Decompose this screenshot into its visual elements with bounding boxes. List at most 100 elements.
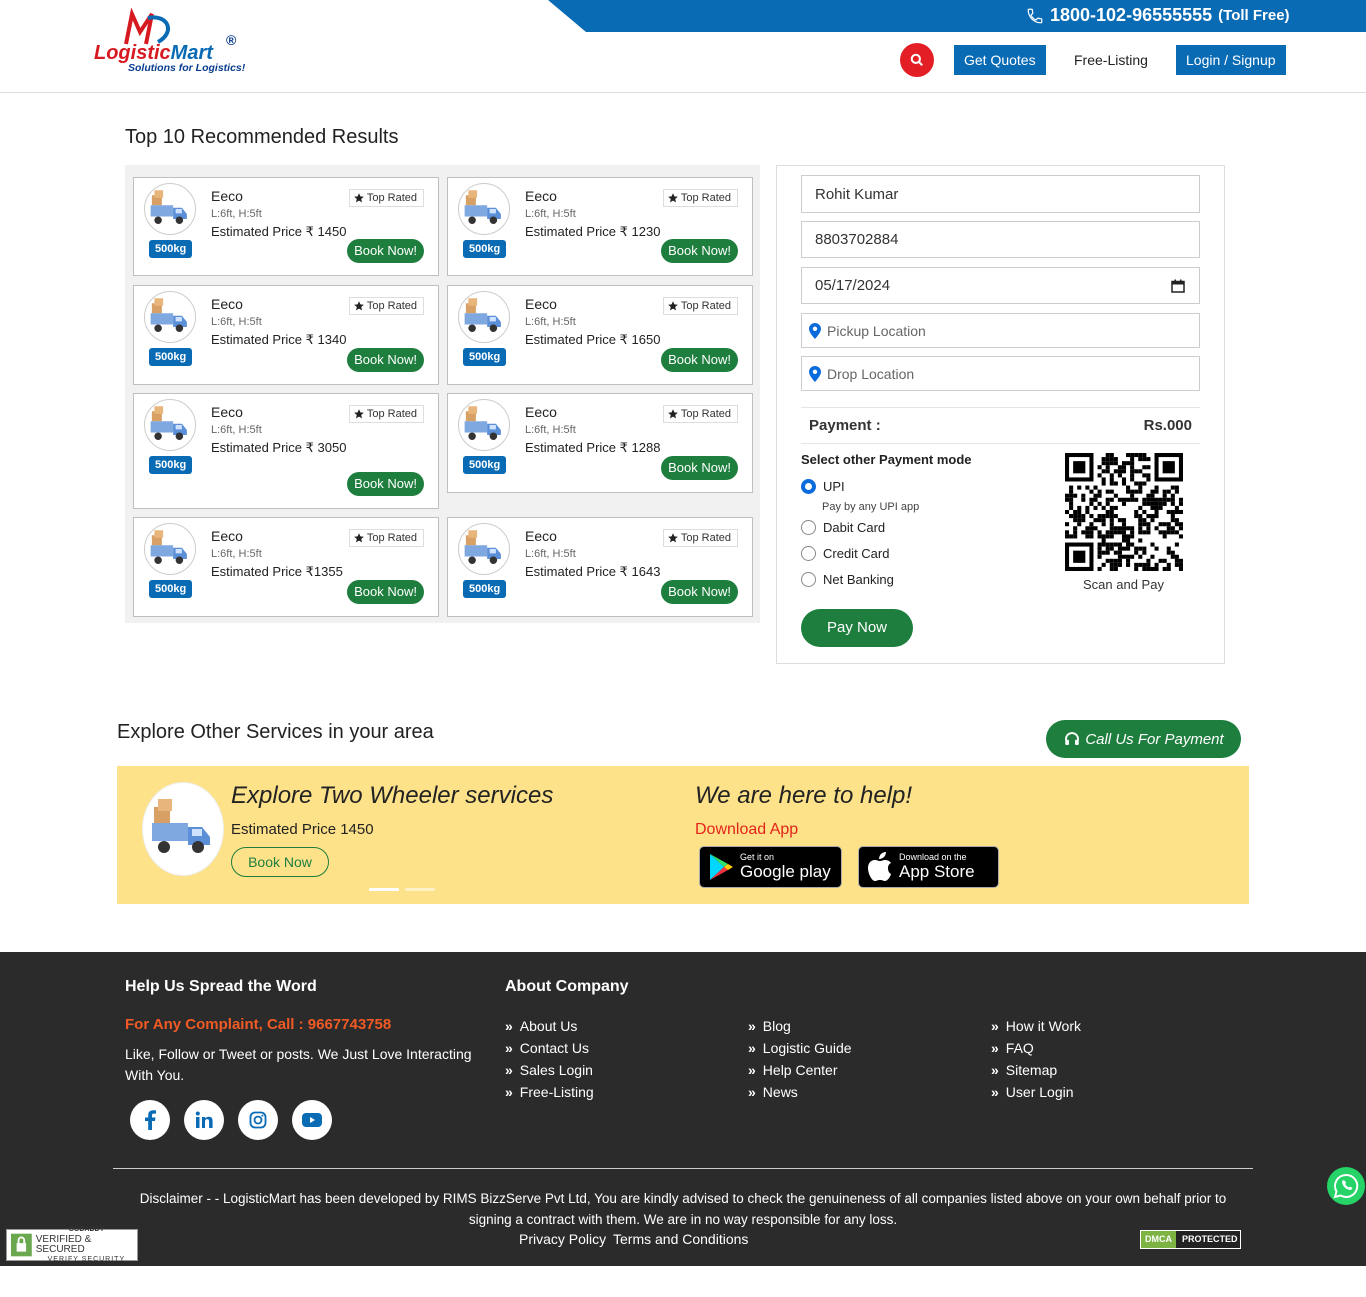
- footer-link-blog[interactable]: » Blog: [748, 1018, 791, 1034]
- footer-link-label: Free-Listing: [519, 1084, 594, 1100]
- vehicle-dimensions: L:6ft, H:5ft: [211, 424, 262, 436]
- radio-dot[interactable]: [801, 520, 816, 535]
- book-now-button[interactable]: Book Now!: [347, 348, 424, 372]
- location-pin-icon: [809, 365, 821, 382]
- linkedin-icon: [195, 1111, 213, 1128]
- book-now-button[interactable]: Book Now!: [661, 239, 738, 263]
- truck-image: [144, 291, 196, 343]
- result-card[interactable]: 500kg Eeco L:6ft, H:5ft Estimated Price ₹ 3…: [133, 393, 439, 509]
- footer-link-free-listing[interactable]: » Free-Listing: [505, 1084, 594, 1100]
- top-rated-label: Top Rated: [366, 192, 417, 204]
- logo-tagline: Solutions for Logistics!: [128, 62, 246, 74]
- radio-credit-card[interactable]: Credit Card: [801, 546, 889, 561]
- payment-amount: Rs.000: [1143, 417, 1192, 434]
- truck-image: [144, 183, 196, 235]
- phone-input[interactable]: 8803702884: [801, 221, 1200, 258]
- estimated-price: Estimated Price ₹ 1650: [525, 332, 661, 347]
- app-store-button[interactable]: Download on the App Store: [858, 846, 999, 888]
- truck-image: [144, 399, 196, 451]
- youtube-button[interactable]: [292, 1100, 332, 1140]
- disclaimer-text: Disclaimer - - LogisticMart has been dev…: [139, 1191, 1227, 1227]
- pickup-location-input[interactable]: Pickup Location: [801, 313, 1200, 348]
- top-rated-label: Top Rated: [680, 192, 731, 204]
- capacity-badge: 500kg: [463, 240, 507, 258]
- radio-debit-card[interactable]: Dabit Card: [801, 520, 885, 535]
- double-chevron-icon: »: [505, 1040, 513, 1056]
- instagram-button[interactable]: [238, 1100, 278, 1140]
- result-card[interactable]: 500kg Eeco L:6ft, H:5ft Estimated Price ₹13…: [133, 517, 439, 617]
- book-now-button[interactable]: Book Now!: [347, 580, 424, 604]
- godaddy-seal[interactable]: GODADDY VERIFIED & SECURED VERIFY SECURI…: [6, 1226, 138, 1263]
- radio-net-banking[interactable]: Net Banking: [801, 572, 894, 587]
- footer-link-sales-login[interactable]: » Sales Login: [505, 1062, 593, 1078]
- truck-image: [144, 523, 196, 575]
- double-chevron-icon: »: [991, 1084, 999, 1100]
- complaint-phone[interactable]: For Any Complaint, Call : 9667743758: [125, 1016, 391, 1033]
- footer-link-about-us[interactable]: » About Us: [505, 1018, 577, 1034]
- footer-link-help-center[interactable]: » Help Center: [748, 1062, 838, 1078]
- free-listing-link[interactable]: Free-Listing: [1064, 45, 1158, 75]
- banner-book-now-button[interactable]: Book Now: [231, 847, 329, 877]
- truck-image: [458, 183, 510, 235]
- capacity-badge: 500kg: [149, 348, 193, 366]
- carousel-dot-active[interactable]: [369, 888, 399, 891]
- pay-now-button[interactable]: Pay Now: [801, 609, 913, 647]
- result-card[interactable]: 500kg Eeco L:6ft, H:5ft Estimated Price ₹ 1…: [447, 517, 753, 617]
- top-rated-badge: Top Rated: [662, 297, 738, 315]
- payment-label: Payment :: [809, 417, 881, 434]
- date-input[interactable]: 05/17/2024: [801, 267, 1200, 304]
- footer-link-contact-us[interactable]: » Contact Us: [505, 1040, 589, 1056]
- footer-link-news[interactable]: » News: [748, 1084, 798, 1100]
- whatsapp-button[interactable]: [1327, 1167, 1365, 1205]
- footer-link-logistic-guide[interactable]: » Logistic Guide: [748, 1040, 852, 1056]
- facebook-button[interactable]: [130, 1100, 170, 1140]
- terms-link[interactable]: Terms and Conditions: [613, 1231, 748, 1247]
- search-button[interactable]: [900, 43, 934, 77]
- book-now-button[interactable]: Book Now!: [347, 472, 424, 496]
- login-signup-button[interactable]: Login / Signup: [1176, 45, 1286, 75]
- radio-dot[interactable]: [801, 572, 816, 587]
- toll-free-phone[interactable]: 1800-102-96555555 (Toll Free): [1026, 5, 1290, 26]
- name-input[interactable]: Rohit Kumar: [801, 175, 1200, 213]
- footer-link-how-it-work[interactable]: » How it Work: [991, 1018, 1081, 1034]
- radio-dot[interactable]: [801, 546, 816, 561]
- estimated-price: Estimated Price ₹ 1230: [525, 224, 661, 239]
- search-icon: [910, 53, 923, 66]
- footer-link-user-login[interactable]: » User Login: [991, 1084, 1074, 1100]
- vehicle-dimensions: L:6ft, H:5ft: [525, 548, 576, 560]
- delivery-truck-icon: [464, 298, 501, 332]
- double-chevron-icon: »: [991, 1040, 999, 1056]
- truck-image: [142, 782, 224, 876]
- book-now-button[interactable]: Book Now!: [661, 456, 738, 480]
- calendar-icon[interactable]: [1171, 279, 1185, 293]
- result-card[interactable]: 500kg Eeco L:6ft, H:5ft Estimated Price ₹ 1…: [447, 393, 753, 493]
- headset-icon: [1065, 732, 1080, 745]
- radio-upi[interactable]: UPI: [801, 479, 845, 494]
- book-now-button[interactable]: Book Now!: [661, 348, 738, 372]
- get-quotes-button[interactable]: Get Quotes: [954, 45, 1046, 75]
- dmca-badge[interactable]: DMCA PROTECTED: [1140, 1230, 1241, 1249]
- result-card[interactable]: 500kg Eeco L:6ft, H:5ft Estimated Price ₹ 1…: [133, 177, 439, 276]
- drop-location-input[interactable]: Drop Location: [801, 356, 1200, 391]
- google-play-button[interactable]: Get it on Google play: [699, 846, 842, 888]
- privacy-policy-link[interactable]: Privacy Policy: [519, 1231, 606, 1247]
- top-rated-label: Top Rated: [366, 408, 417, 420]
- book-now-button[interactable]: Book Now!: [347, 239, 424, 263]
- radio-dot[interactable]: [801, 479, 816, 494]
- apple-big-text: App Store: [899, 862, 975, 881]
- result-card[interactable]: 500kg Eeco L:6ft, H:5ft Estimated Price ₹ 1…: [133, 285, 439, 385]
- linkedin-button[interactable]: [184, 1100, 224, 1140]
- pickup-placeholder: Pickup Location: [827, 322, 926, 339]
- result-card[interactable]: 500kg Eeco L:6ft, H:5ft Estimated Price ₹ 1…: [447, 177, 753, 276]
- result-card[interactable]: 500kg Eeco L:6ft, H:5ft Estimated Price ₹ 1…: [447, 285, 753, 385]
- call-us-for-payment-button[interactable]: Call Us For Payment: [1046, 720, 1241, 758]
- footer-link-faq[interactable]: » FAQ: [991, 1040, 1034, 1056]
- top-rated-label: Top Rated: [366, 300, 417, 312]
- footer-link-sitemap[interactable]: » Sitemap: [991, 1062, 1057, 1078]
- header-divider: [0, 92, 1366, 93]
- capacity-badge: 500kg: [463, 456, 507, 474]
- book-now-button[interactable]: Book Now!: [661, 580, 738, 604]
- capacity-badge: 500kg: [463, 580, 507, 598]
- carousel-dot[interactable]: [405, 888, 435, 891]
- vehicle-name: Eeco: [211, 528, 243, 544]
